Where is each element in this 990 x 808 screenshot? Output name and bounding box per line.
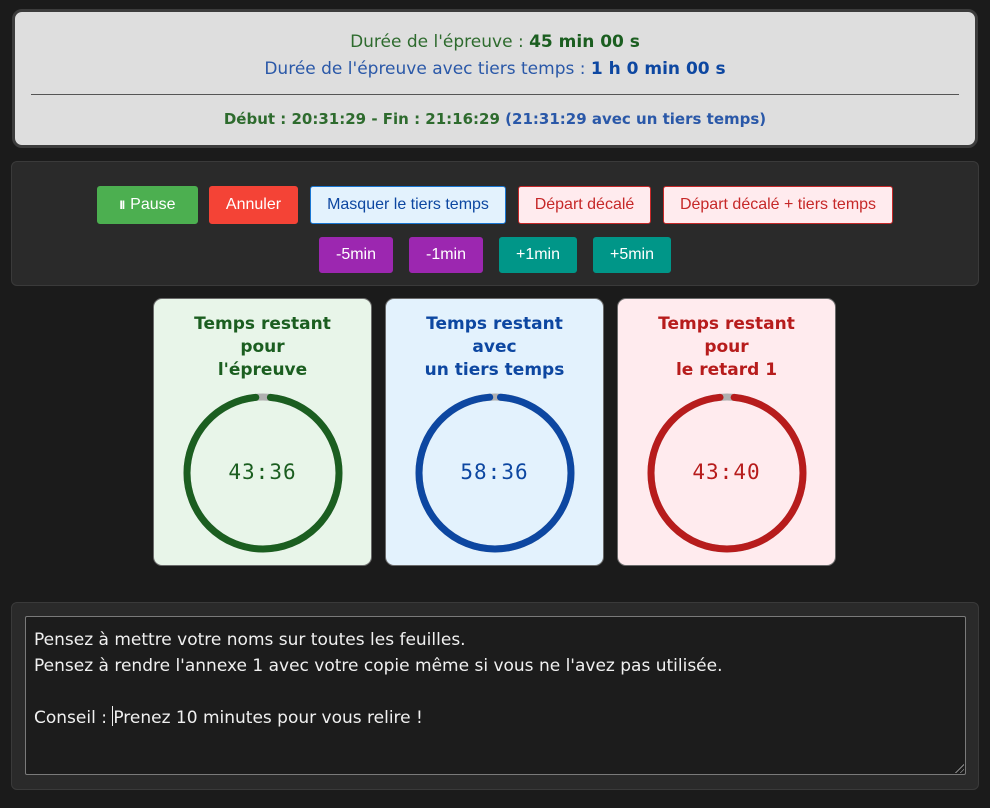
timer-value: 43:36 (228, 460, 297, 484)
notes-textarea[interactable]: Pensez à mettre votre noms sur toutes le… (25, 616, 966, 775)
schedule-tiers: (21:31:29 avec un tiers temps) (505, 110, 767, 128)
timer-card-tiers-temps: Temps restant avec un tiers temps 58:36 (385, 298, 604, 566)
exam-schedule: Début : 20:31:29 - Fin : 21:16:29 (21:31… (15, 110, 975, 128)
timer-title-line: avec (472, 337, 517, 357)
timer-title: Temps restant pour le retard 1 (618, 313, 835, 382)
delayed-start-button[interactable]: Départ décalé (518, 186, 651, 224)
exam-duration-label: Durée de l'épreuve : (350, 32, 530, 52)
timer-title-line: pour (704, 337, 749, 357)
timer-title: Temps restant pour l'épreuve (154, 313, 371, 382)
exam-duration-tiers-label: Durée de l'épreuve avec tiers temps : (264, 59, 591, 79)
exam-info-panel: Durée de l'épreuve : 45 min 00 s Durée d… (12, 9, 978, 148)
notes-line: Pensez à rendre l'annexe 1 avec votre co… (34, 656, 723, 676)
timer-title-line: pour (240, 337, 285, 357)
timer-card-delay: Temps restant pour le retard 1 43:40 (617, 298, 836, 566)
cancel-button[interactable]: Annuler (209, 186, 298, 224)
minus-5min-button[interactable]: -5min (319, 237, 393, 273)
notes-panel: Pensez à mettre votre noms sur toutes le… (11, 602, 979, 790)
timer-card-exam: Temps restant pour l'épreuve 43:36 (153, 298, 372, 566)
resize-handle-icon[interactable] (954, 763, 964, 773)
exam-duration-value: 45 min 00 s (529, 32, 640, 52)
timer-value: 43:40 (692, 460, 761, 484)
hide-tiers-temps-button[interactable]: Masquer le tiers temps (310, 186, 506, 224)
plus-1min-button[interactable]: +1min (499, 237, 577, 273)
pause-icon: II (119, 198, 125, 212)
timer-title-line: l'épreuve (217, 360, 308, 380)
timer-title-line: un tiers temps (424, 360, 565, 380)
delayed-start-tiers-button[interactable]: Départ décalé + tiers temps (663, 186, 893, 224)
timer-title-line: Temps restant (194, 314, 331, 334)
timer-title-line: le retard 1 (675, 360, 778, 380)
minus-1min-button[interactable]: -1min (409, 237, 483, 273)
plus-5min-button[interactable]: +5min (593, 237, 671, 273)
timer-title: Temps restant avec un tiers temps (386, 313, 603, 382)
notes-line: Conseil : (34, 708, 113, 728)
pause-button[interactable]: II Pause (97, 186, 198, 224)
timer-value: 58:36 (460, 460, 529, 484)
notes-line: Prenez 10 minutes pour vous relire ! (113, 708, 423, 728)
exam-duration: Durée de l'épreuve : 45 min 00 s (15, 32, 975, 52)
timer-title-line: Temps restant (426, 314, 563, 334)
timer-title-line: Temps restant (658, 314, 795, 334)
schedule-main: Début : 20:31:29 - Fin : 21:16:29 (223, 110, 500, 128)
exam-duration-tiers-value: 1 h 0 min 00 s (590, 59, 726, 79)
notes-line: Pensez à mettre votre noms sur toutes le… (34, 630, 466, 650)
info-divider (31, 94, 959, 95)
controls-panel: II Pause Annuler Masquer le tiers temps … (11, 161, 979, 286)
pause-button-label: Pause (130, 196, 176, 213)
exam-duration-tiers: Durée de l'épreuve avec tiers temps : 1 … (15, 59, 975, 79)
